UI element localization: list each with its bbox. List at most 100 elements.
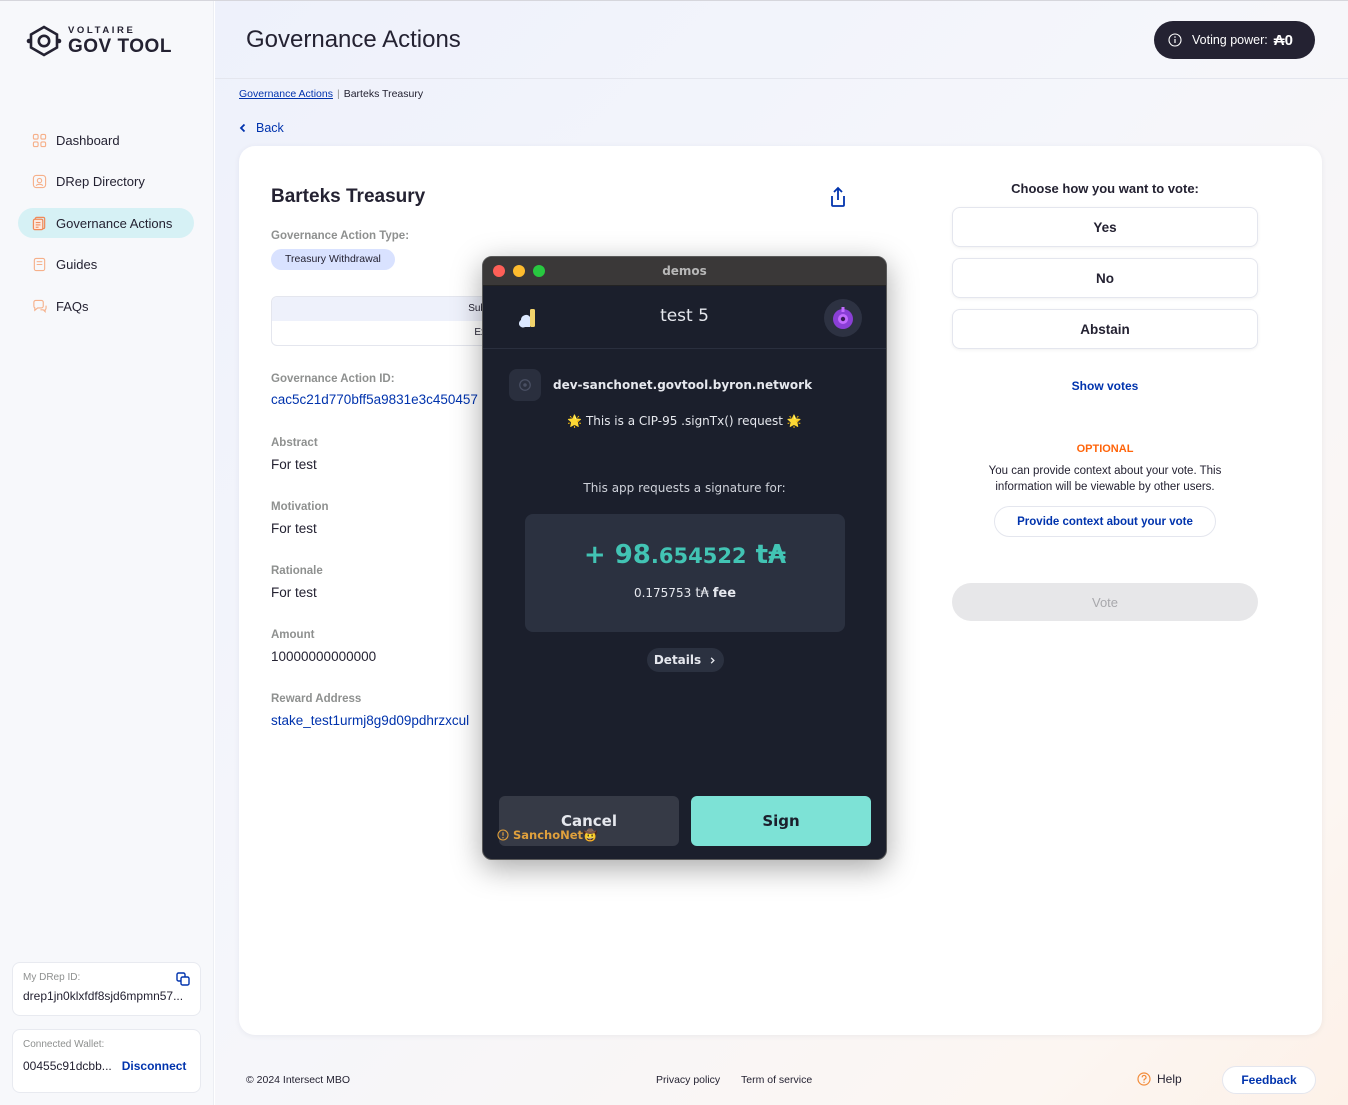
transaction-fee: 0.175753 t₳ fee [525, 586, 845, 601]
submission-row: Sub [272, 297, 490, 321]
breadcrumb-separator: | [336, 88, 340, 100]
copyright: © 2024 Intersect MBO [246, 1074, 351, 1086]
request-origin: dev-sanchonet.govtool.byron.network [509, 369, 812, 401]
chevron-left-icon [239, 123, 246, 133]
abstract-label: Abstract [271, 437, 318, 449]
drep-id-card: My DRep ID: drep1jn0klxfdf8sjd6mpmn57... [12, 962, 201, 1016]
fee-unit: t₳ [691, 586, 709, 601]
vote-heading: Choose how you want to vote: [1011, 181, 1199, 196]
sidebar-item-governance-actions[interactable]: Governance Actions [18, 208, 194, 238]
help-icon [1137, 1072, 1151, 1086]
amount-unit: t₳ [746, 540, 787, 570]
amount-decimal: .654522 [650, 544, 747, 568]
sidebar-item-drep-directory[interactable]: DRep Directory [18, 167, 194, 197]
rationale-value: For test [271, 585, 317, 600]
voting-power-value: ₳0 [1273, 31, 1293, 49]
sidebar-item-label: FAQs [56, 298, 89, 314]
wallet-sign-popup: demos test 5 dev-sanchonet.govtool.byron… [482, 256, 887, 860]
vote-no-button[interactable]: No [952, 258, 1258, 298]
warning-icon [497, 829, 509, 841]
site-favicon-icon [509, 369, 541, 401]
action-id-label: Governance Action ID: [271, 373, 395, 385]
logo[interactable]: VOLTAIRE GOV TOOL [26, 25, 172, 57]
avatar-icon [833, 307, 853, 329]
back-label: Back [256, 121, 284, 135]
privacy-policy-link[interactable]: Privacy policy [656, 1074, 720, 1086]
connected-wallet-card: Connected Wallet: 00455c91dcbb... Disconn… [12, 1029, 201, 1093]
signature-request-text: This app requests a signature for: [583, 481, 786, 495]
fee-value: 0.175753 [633, 586, 692, 600]
cip-request-notice: 🌟 This is a CIP-95 .signTx() request 🌟 [567, 414, 802, 428]
action-title: Barteks Treasury [271, 186, 426, 207]
motivation-value: For test [271, 521, 317, 536]
optional-label: OPTIONAL [1076, 443, 1134, 455]
vote-panel: Choose how you want to vote: Yes No Abst… [952, 176, 1258, 622]
feedback-button[interactable]: Feedback [1222, 1066, 1316, 1094]
fee-label: fee [712, 586, 737, 601]
chevron-right-icon [710, 656, 715, 664]
details-label: Details [653, 653, 702, 667]
details-button[interactable]: Details [647, 648, 724, 672]
rationale-label: Rationale [271, 565, 323, 577]
sidebar-item-label: Guides [56, 257, 98, 272]
logo-subtitle: VOLTAIRE [68, 24, 136, 36]
amount-prefix: + [583, 540, 615, 570]
terms-of-service-link[interactable]: Term of service [741, 1074, 812, 1086]
amount-box: + 98.654522 t₳ 0.175753 t₳ fee [525, 514, 845, 632]
submission-dates-box: Sub Ex [271, 296, 491, 346]
drep-id-label: My DRep ID: [23, 972, 81, 983]
popup-sign-button[interactable]: Sign [691, 796, 871, 846]
sidebar-nav: Dashboard DRep Directory Governance Acti… [18, 125, 194, 333]
footer: © 2024 Intersect MBO Privacy policy Term… [215, 1062, 1348, 1098]
sidebar: VOLTAIRE GOV TOOL Dashboard DRep Directo… [0, 1, 214, 1105]
abstract-value: For test [271, 457, 317, 472]
info-icon[interactable] [1168, 33, 1182, 47]
reward-address-value[interactable]: stake_test1urmj8g9d09pdhrzxcul [271, 713, 469, 728]
popup-titlebar: demos [483, 257, 886, 286]
voting-power-badge: Voting power: ₳0 [1154, 21, 1315, 59]
drep-directory-icon [32, 174, 47, 189]
vote-submit-button[interactable]: Vote [952, 583, 1258, 622]
sidebar-item-faqs[interactable]: FAQs [18, 291, 194, 321]
provide-context-button[interactable]: Provide context about your vote [994, 506, 1216, 538]
voting-power-label: Voting power: [1192, 33, 1268, 47]
breadcrumb-current: Barteks Treasury [343, 88, 424, 100]
popup-header: test 5 [483, 286, 886, 349]
connected-wallet-label: Connected Wallet: [23, 1039, 105, 1050]
amount-label: Amount [271, 629, 315, 641]
copy-icon[interactable] [176, 972, 190, 986]
page-title: Governance Actions [246, 26, 461, 53]
breadcrumb: Governance Actions | Barteks Treasury [239, 88, 423, 100]
vote-yes-button[interactable]: Yes [952, 207, 1258, 247]
help-button[interactable]: Help [1137, 1072, 1182, 1086]
popup-window-title: demos [662, 264, 707, 278]
show-votes-link[interactable]: Show votes [952, 379, 1258, 393]
share-icon[interactable] [828, 186, 848, 208]
page-header: Governance Actions Voting power: ₳0 [215, 1, 1348, 79]
wallet-avatar[interactable] [824, 299, 862, 337]
back-button[interactable]: Back [238, 121, 284, 135]
origin-url: dev-sanchonet.govtool.byron.network [553, 378, 813, 392]
action-type-label: Governance Action Type: [271, 230, 410, 242]
help-label: Help [1157, 1072, 1182, 1086]
expiry-row: Ex [474, 327, 486, 338]
disconnect-button[interactable]: Disconnect [122, 1059, 187, 1073]
amount-integer: 98 [614, 540, 651, 570]
gov-tool-logo-icon [26, 25, 62, 57]
vote-abstain-button[interactable]: Abstain [952, 309, 1258, 349]
sidebar-item-guides[interactable]: Guides [18, 250, 194, 280]
optional-description: You can provide context about your vote.… [988, 465, 1222, 494]
action-id-value[interactable]: cac5c21d770bff5a9831e3c450457 [271, 392, 478, 407]
logo-title: GOV TOOL [68, 36, 172, 58]
motivation-label: Motivation [271, 501, 329, 513]
sidebar-item-label: Dashboard [56, 132, 120, 148]
sidebar-item-label: DRep Directory [56, 174, 145, 189]
drep-id-value: drep1jn0klxfdf8sjd6mpmn57... [23, 989, 184, 1003]
breadcrumb-link-governance-actions[interactable]: Governance Actions [239, 88, 333, 100]
reward-address-label: Reward Address [271, 693, 362, 705]
governance-actions-icon [32, 216, 47, 231]
transaction-amount: + 98.654522 t₳ [525, 540, 845, 570]
guides-icon [32, 257, 47, 272]
sidebar-item-dashboard[interactable]: Dashboard [18, 125, 194, 155]
connected-wallet-row: 00455c91dcbb... Disconnect [23, 1059, 190, 1073]
